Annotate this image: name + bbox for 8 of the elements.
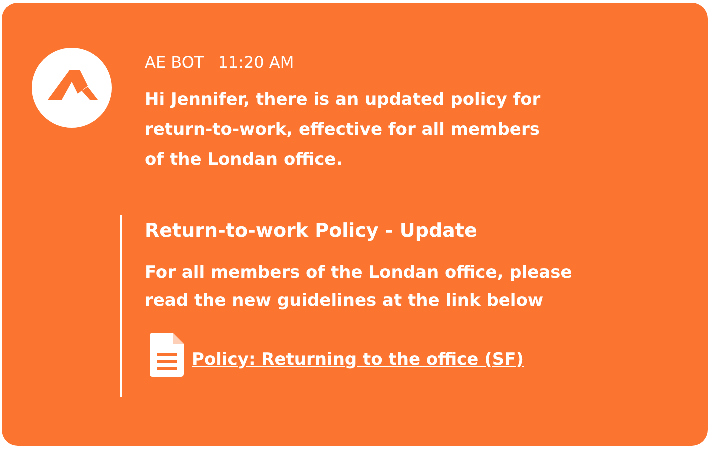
sender-name: AE BOT <box>145 52 204 74</box>
attachment-title: Return-to-work Policy - Update <box>145 219 478 244</box>
message-time: 11:20 AM <box>218 52 294 74</box>
policy-link[interactable]: Policy: Returning to the office (SF) <box>192 347 524 373</box>
document-icon <box>150 333 184 377</box>
logo-avatar-icon <box>32 48 112 128</box>
message-text: Hi Jennifer, there is an updated policy for return-to-work, effective for all members of the Londan office. <box>145 89 542 172</box>
attachment-body: For all members of the Londan office, please read the new guidelines at the link below <box>145 262 572 313</box>
